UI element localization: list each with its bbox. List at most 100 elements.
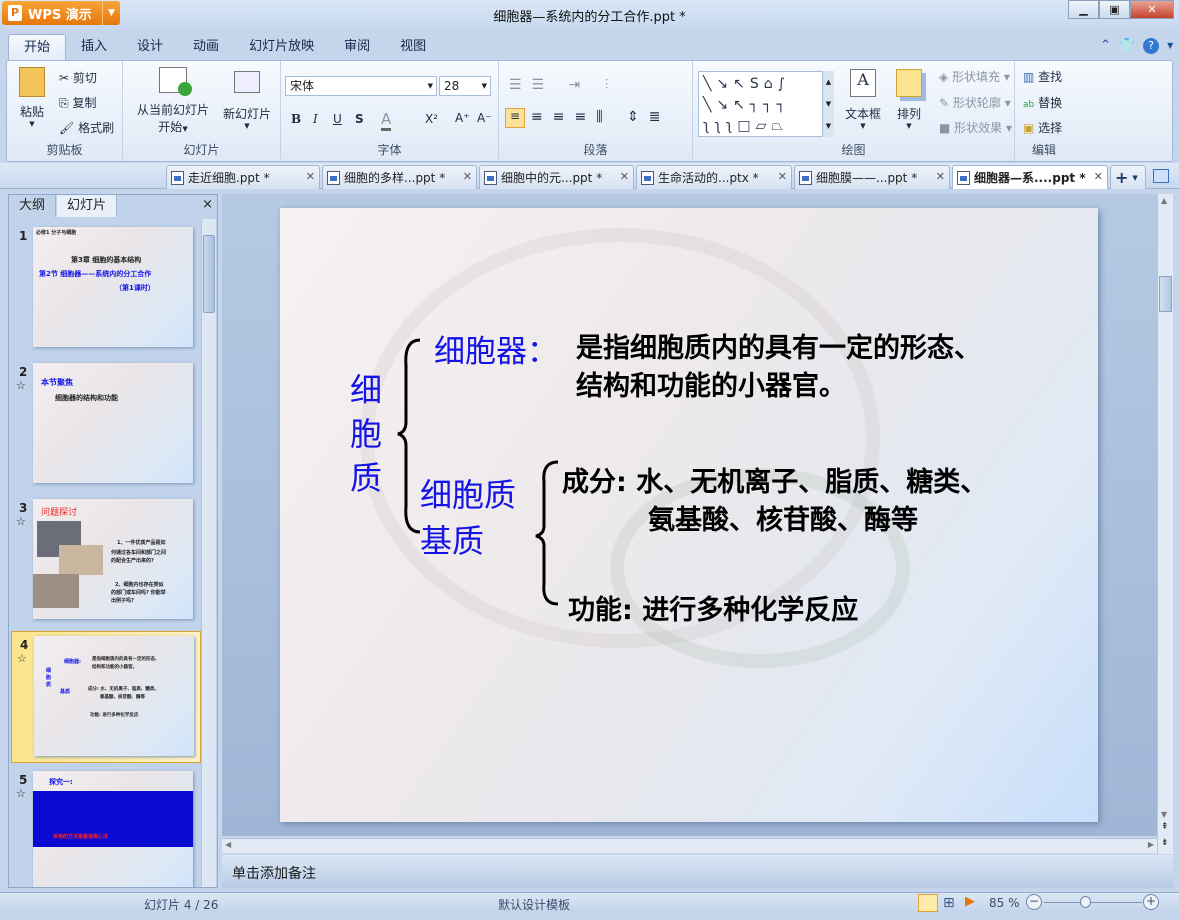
paste-button[interactable]: 粘贴 ▼ [17, 67, 47, 128]
tab-review[interactable]: 审阅 [329, 34, 385, 60]
tab-home[interactable]: 开始 [8, 34, 67, 60]
format-painter-button[interactable]: 🖌 格式刷 [59, 119, 114, 136]
previous-slide-button[interactable]: ⇞ [1161, 822, 1169, 832]
font-group: 宋体 ▼ 28 ▼ B I U S A X² A⁺ A⁻ 字体 [281, 61, 499, 161]
shape-gallery[interactable]: ╲↘↖S⌂∫ ╲↘↖┐┐┐ ʅʅʅ□▱⏢ [698, 71, 834, 137]
find-button[interactable]: ▥ 查找 [1023, 68, 1062, 85]
minimize-button[interactable]: ▁ [1068, 0, 1099, 19]
new-tab-button[interactable]: + ▼ [1110, 165, 1146, 189]
maximize-button[interactable]: ▣ [1099, 0, 1130, 19]
brush-icon: 🖌 [59, 121, 75, 135]
gallery-scroll[interactable]: ▲ ▼ ▼ [822, 71, 834, 137]
textbox-button[interactable]: A 文本框 ▼ [843, 69, 883, 130]
doc-tab[interactable]: 细胞中的元...ppt * ✕ [479, 165, 634, 189]
zoom-in-button[interactable]: + [1143, 894, 1159, 910]
grow-font-button[interactable]: A⁺ [455, 111, 470, 125]
shadow-button[interactable]: S [355, 112, 364, 126]
shape-fill-button[interactable]: ◈ 形状填充 ▾ [939, 68, 1010, 85]
tab-outline[interactable]: 大纲 [9, 195, 57, 217]
copy-button[interactable]: ⎘ 复制 [59, 94, 96, 111]
drawing-group: ╲↘↖S⌂∫ ╲↘↖┐┐┐ ʅʅʅ□▱⏢ ▲ ▼ ▼ A 文本框 ▼ 排列 ▼ ◈ 形状填充 … [693, 61, 1015, 161]
shrink-font-button[interactable]: A⁻ [477, 111, 492, 125]
select-button[interactable]: ▣ 选择 [1023, 119, 1062, 136]
tab-slides[interactable]: 幻灯片 [57, 195, 118, 217]
doc-tab[interactable]: 走近细胞.ppt * ✕ [166, 165, 320, 189]
horizontal-scrollbar[interactable]: ◀ ▶ [222, 838, 1157, 853]
slide-sorter-icon[interactable]: ⊞ [943, 895, 955, 911]
close-tab-icon[interactable]: ✕ [620, 166, 629, 188]
window-title: 细胞器—系统内的分工合作.ppt * [493, 10, 686, 25]
font-color-button[interactable]: A [381, 110, 392, 131]
close-tab-icon[interactable]: ✕ [936, 166, 945, 188]
new-slide-button[interactable]: 新幻灯片 ▼ [221, 67, 273, 130]
tab-slideshow[interactable]: 幻灯片放映 [234, 34, 329, 60]
tab-design[interactable]: 设计 [122, 34, 178, 60]
slide-thumbnail-5[interactable]: 5 ☆ 探究一: 采用的方法是差速离心法 [11, 767, 201, 887]
tab-animation[interactable]: 动画 [178, 34, 234, 60]
list-buttons[interactable]: ☰☰ ⇥ ⫶ [509, 77, 618, 93]
slide-thumbnail-3[interactable]: 3 ☆ 问题探讨 1、一件优质产品是如 何通过各车间和部门之间 的配合生产出来的? 2、… [11, 495, 201, 627]
help-icon[interactable]: ? [1143, 38, 1160, 54]
animation-star-icon: ☆ [17, 652, 27, 665]
title-bar: P WPS 演示 ▼ 细胞器—系统内的分工合作.ppt * ▁ ▣ ✕ [0, 0, 1179, 30]
superscript-button[interactable]: X² [425, 112, 438, 126]
bold-button[interactable]: B [291, 112, 301, 126]
normal-view-icon[interactable] [918, 894, 938, 912]
zoom-level: 85 % [989, 896, 1020, 910]
template-name[interactable]: 默认设计模板 [498, 896, 570, 913]
shape-outline-button[interactable]: ✎ 形状轮廓 ▾ [939, 94, 1011, 111]
slide-thumbnail-4-selected[interactable]: 4 ☆ 细胞器: 是指细胞质内的具有一定的形态、 结构和功能的小器官。 细胞质 基质 成分:… [11, 631, 201, 763]
select-icon: ▣ [1023, 121, 1035, 135]
close-tab-icon[interactable]: ✕ [1094, 166, 1103, 188]
window-list-icon[interactable] [1153, 169, 1169, 183]
replace-icon: ab [1023, 100, 1035, 110]
slides-panel: 大纲 幻灯片 × 1 必修1 分子与细胞 第3章 细胞的基本结构 第2节 细胞器——… [8, 194, 218, 888]
cut-button[interactable]: ✂ 剪切 [59, 69, 97, 86]
tab-view[interactable]: 视图 [385, 34, 441, 60]
scissors-icon: ✂ [59, 71, 70, 85]
close-tab-icon[interactable]: ✕ [306, 166, 315, 188]
chevron-down-icon[interactable]: ▼ [1167, 38, 1173, 54]
zoom-out-button[interactable]: − [1026, 894, 1042, 910]
scroll-thumb[interactable] [1159, 276, 1172, 312]
arrange-button[interactable]: 排列 ▼ [891, 69, 927, 130]
font-name-select[interactable]: 宋体 ▼ [285, 76, 437, 96]
slide-thumbnail-2[interactable]: 2 ☆ 本节聚焦 细胞器的结构和功能 [11, 359, 201, 491]
shape-effect-button[interactable]: ■ 形状效果 ▾ [939, 119, 1012, 136]
next-slide-button[interactable]: ⇟ [1161, 838, 1169, 848]
align-buttons[interactable]: ≡≡≡⫼ ⇕≣ [531, 109, 671, 125]
play-from-current-button[interactable]: 从当前幻灯片 开始▼ [129, 67, 217, 135]
close-panel-icon[interactable]: × [202, 197, 213, 212]
close-button[interactable]: ✕ [1130, 0, 1174, 19]
scroll-thumb[interactable] [203, 235, 215, 313]
italic-button[interactable]: I [313, 112, 318, 126]
tab-insert[interactable]: 插入 [66, 34, 122, 60]
doc-tab[interactable]: 细胞的多样...ppt * ✕ [322, 165, 477, 189]
replace-button[interactable]: ab 替换 [1023, 94, 1062, 111]
align-left-button[interactable]: ≡ [505, 108, 525, 128]
close-tab-icon[interactable]: ✕ [778, 166, 787, 188]
zoom-slider-thumb[interactable] [1079, 896, 1091, 908]
collapse-ribbon-icon[interactable]: ⌃ [1100, 38, 1111, 54]
underline-button[interactable]: U [333, 112, 342, 126]
slideshow-view-icon[interactable]: ▶ [965, 894, 975, 909]
vertical-scrollbar[interactable]: ▲ ▼ ⇞ ⇟ [1157, 194, 1173, 854]
skin-icon[interactable]: 👕 [1119, 38, 1135, 54]
doc-tab[interactable]: 生命活动的...ptx * ✕ [636, 165, 792, 189]
zoom-slider[interactable] [1044, 902, 1142, 903]
close-tab-icon[interactable]: ✕ [463, 166, 472, 188]
notes-pane[interactable]: 单击添加备注 [222, 855, 1173, 888]
editing-group: ▥ 查找 ab 替换 ▣ 选择 编辑 [1023, 68, 1063, 157]
font-size-select[interactable]: 28 ▼ [439, 76, 491, 96]
doc-tab[interactable]: 细胞膜——...ppt * ✕ [794, 165, 950, 189]
slide-canvas[interactable]: 细胞质 细胞器： 是指细胞质内的具有一定的形态、 结构和功能的小器官。 细胞质基… [280, 208, 1098, 822]
organelle-definition-2: 结构和功能的小器官。 [576, 371, 846, 402]
slides-group: 从当前幻灯片 开始▼ 新幻灯片 ▼ 幻灯片 [123, 61, 281, 161]
new-slide-icon [234, 71, 260, 93]
thumbnail-scrollbar[interactable] [201, 219, 216, 887]
organelle-definition-1: 是指细胞质内的具有一定的形态、 [576, 333, 981, 364]
ppt-file-icon [171, 170, 184, 185]
doc-tab-active[interactable]: 细胞器—系....ppt * ✕ [952, 165, 1108, 189]
slide-thumbnail-1[interactable]: 1 必修1 分子与细胞 第3章 细胞的基本结构 第2节 细胞器——系统内的分工合作（… [11, 223, 201, 355]
slideshow-icon [159, 67, 192, 96]
